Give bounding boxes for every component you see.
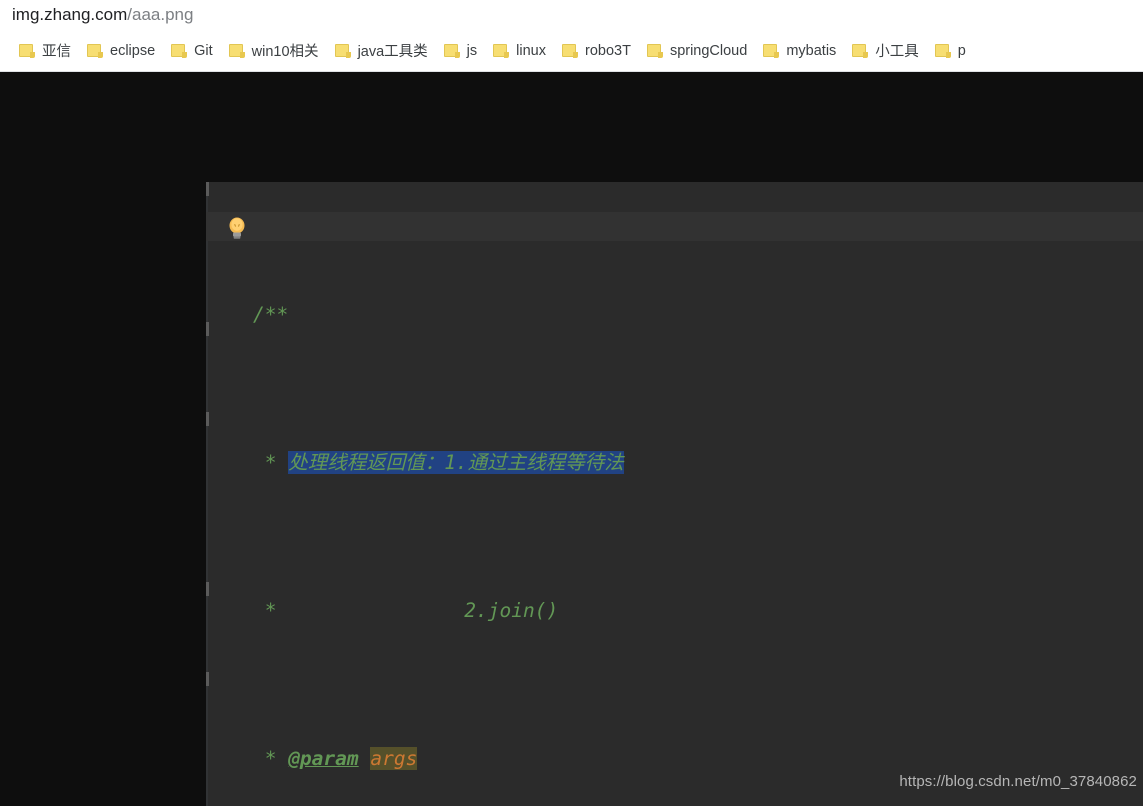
code-line-text: * 2.join() [206, 599, 559, 623]
folder-icon [493, 43, 510, 58]
bookmark-item[interactable]: js [437, 37, 484, 65]
bookmark-label: mybatis [786, 42, 837, 59]
code-line[interactable]: * 2.join() [0, 596, 1143, 626]
folder-icon [87, 43, 103, 58]
folder-icon [171, 43, 188, 58]
selected-text[interactable]: 处理线程返回值：1.通过主线程等待法 [288, 451, 624, 475]
bookmark-item[interactable]: eclipse [80, 37, 162, 65]
browser-chrome: img.zhang.com/aaa.png 亚信 eclipse Git win10相… [0, 0, 1143, 72]
bookmark-item[interactable]: 小工具 [845, 37, 926, 65]
code-content[interactable]: /** * 处理线程返回值：1.通过主线程等待法 * 2.join() * @p… [0, 182, 1143, 806]
bookmark-label: 小工具 [875, 44, 919, 60]
folder-icon [646, 43, 663, 58]
code-line-text: * 处理线程返回值：1.通过主线程等待法 [206, 451, 624, 475]
bookmark-label: win10相关 [251, 44, 319, 60]
javadoc-param-tag: @param [288, 747, 359, 771]
code-line-text: * @param args [206, 747, 418, 771]
bookmark-item[interactable]: p [928, 37, 973, 65]
folder-icon [334, 43, 351, 58]
bookmark-label: 亚信 [42, 44, 71, 60]
folder-icon [228, 43, 245, 58]
url-path: /aaa.png [127, 5, 194, 24]
bookmark-label: robo3T [584, 42, 631, 59]
folder-icon [443, 43, 460, 58]
bookmark-label: linux [516, 42, 546, 59]
address-bar[interactable]: img.zhang.com/aaa.png [0, 0, 1143, 30]
bookmark-label: springCloud [669, 42, 748, 59]
code-line[interactable]: * 处理线程返回值：1.通过主线程等待法 [0, 448, 1143, 478]
bookmark-label: Git [194, 42, 213, 59]
bookmark-item[interactable]: springCloud [640, 37, 754, 65]
code-line[interactable]: * @param args [0, 744, 1143, 774]
folder-icon [561, 43, 578, 58]
bookmark-label: java工具类 [357, 44, 428, 60]
bookmark-label: eclipse [110, 42, 156, 59]
bookmarks-bar: 亚信 eclipse Git win10相关 java工具类 js linux robo3T s… [0, 30, 1143, 72]
bookmark-item[interactable]: linux [486, 37, 553, 65]
bookmark-item[interactable]: java工具类 [328, 37, 435, 65]
url-domain: img.zhang.com [12, 5, 128, 24]
image-viewport: /** * 处理线程返回值：1.通过主线程等待法 * 2.join() * @p… [0, 72, 1143, 806]
code-line-text: /** [206, 303, 289, 327]
bookmark-label: p [957, 42, 966, 59]
javadoc-param-name: args [370, 747, 418, 771]
folder-icon [934, 43, 951, 58]
bookmark-item[interactable]: win10相关 [222, 37, 326, 65]
watermark: https://blog.csdn.net/m0_37840862 [899, 773, 1137, 790]
folder-icon [19, 43, 35, 58]
folder-icon [763, 43, 780, 58]
bookmark-item[interactable]: Git [164, 37, 220, 65]
bookmark-item[interactable]: robo3T [555, 37, 638, 65]
bookmark-item[interactable]: mybatis [756, 37, 843, 65]
bookmark-item[interactable]: 亚信 [12, 37, 78, 65]
code-line[interactable]: /** [0, 300, 1143, 330]
bookmark-label: js [466, 42, 478, 59]
folder-icon [852, 43, 869, 58]
